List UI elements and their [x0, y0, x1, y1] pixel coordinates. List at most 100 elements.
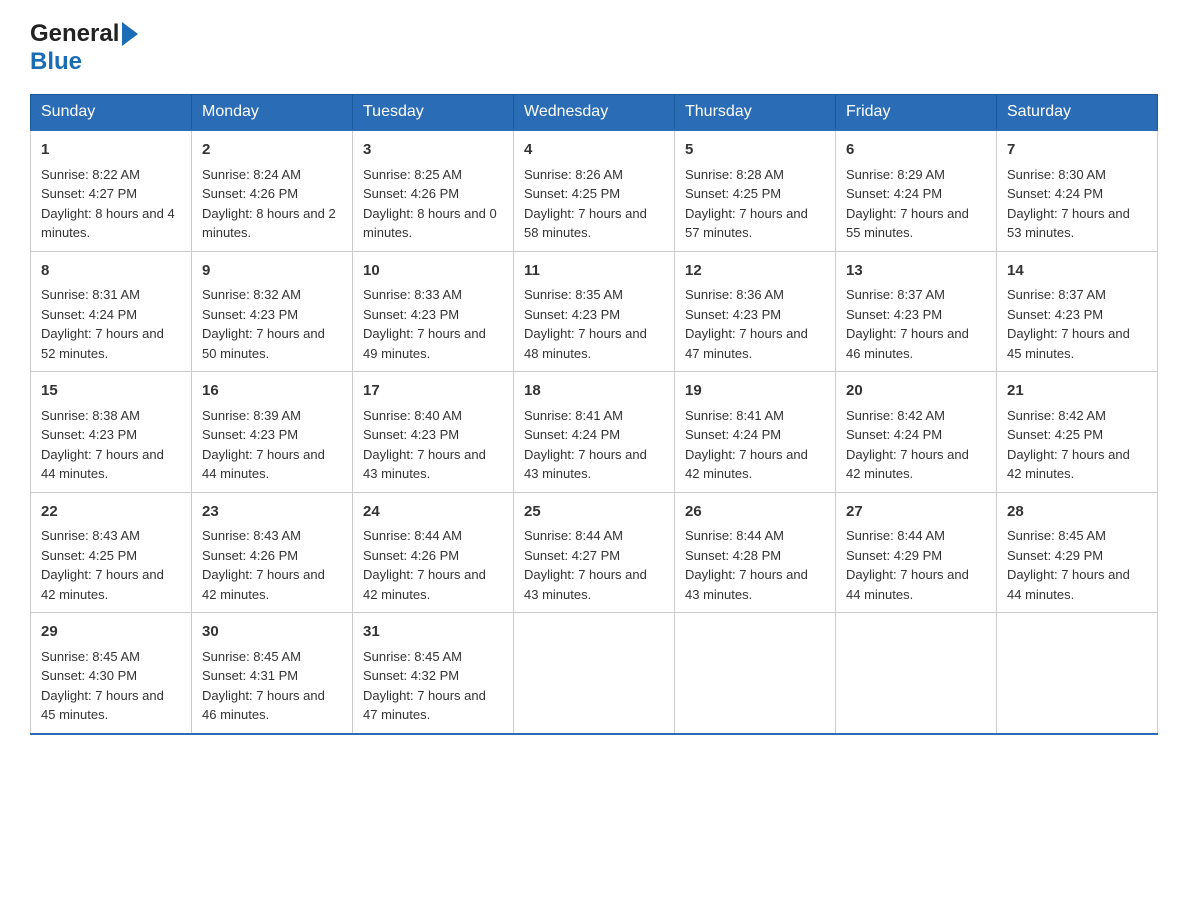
sunrise-label: Sunrise: 8:44 AM — [524, 528, 623, 543]
day-number: 28 — [1007, 501, 1147, 524]
calendar-cell: 24 Sunrise: 8:44 AM Sunset: 4:26 PM Dayl… — [353, 492, 514, 613]
calendar-table: SundayMondayTuesdayWednesdayThursdayFrid… — [30, 94, 1158, 735]
sunset-label: Sunset: 4:23 PM — [202, 427, 298, 442]
sunrise-label: Sunrise: 8:28 AM — [685, 167, 784, 182]
logo: General Blue — [30, 20, 138, 76]
daylight-label: Daylight: 7 hours and 43 minutes. — [524, 447, 647, 482]
calendar-cell: 9 Sunrise: 8:32 AM Sunset: 4:23 PM Dayli… — [192, 251, 353, 372]
day-number: 31 — [363, 621, 503, 644]
daylight-label: Daylight: 7 hours and 42 minutes. — [41, 567, 164, 602]
day-number: 11 — [524, 260, 664, 283]
sunrise-label: Sunrise: 8:32 AM — [202, 287, 301, 302]
daylight-label: Daylight: 8 hours and 2 minutes. — [202, 206, 336, 241]
day-number: 15 — [41, 380, 181, 403]
sunrise-label: Sunrise: 8:41 AM — [685, 408, 784, 423]
daylight-label: Daylight: 7 hours and 47 minutes. — [685, 326, 808, 361]
day-number: 25 — [524, 501, 664, 524]
day-number: 20 — [846, 380, 986, 403]
daylight-label: Daylight: 7 hours and 47 minutes. — [363, 688, 486, 723]
calendar-cell: 23 Sunrise: 8:43 AM Sunset: 4:26 PM Dayl… — [192, 492, 353, 613]
logo-blue-text: Blue — [30, 48, 82, 76]
sunset-label: Sunset: 4:24 PM — [846, 427, 942, 442]
daylight-label: Daylight: 7 hours and 52 minutes. — [41, 326, 164, 361]
calendar-cell: 12 Sunrise: 8:36 AM Sunset: 4:23 PM Dayl… — [675, 251, 836, 372]
sunrise-label: Sunrise: 8:37 AM — [846, 287, 945, 302]
day-number: 18 — [524, 380, 664, 403]
calendar-cell: 25 Sunrise: 8:44 AM Sunset: 4:27 PM Dayl… — [514, 492, 675, 613]
sunset-label: Sunset: 4:23 PM — [685, 307, 781, 322]
calendar-cell: 27 Sunrise: 8:44 AM Sunset: 4:29 PM Dayl… — [836, 492, 997, 613]
daylight-label: Daylight: 7 hours and 45 minutes. — [41, 688, 164, 723]
calendar-cell: 19 Sunrise: 8:41 AM Sunset: 4:24 PM Dayl… — [675, 372, 836, 493]
sunset-label: Sunset: 4:27 PM — [524, 548, 620, 563]
day-number: 29 — [41, 621, 181, 644]
calendar-cell — [675, 613, 836, 734]
sunrise-label: Sunrise: 8:31 AM — [41, 287, 140, 302]
header-day-saturday: Saturday — [997, 95, 1158, 131]
calendar-header-row: SundayMondayTuesdayWednesdayThursdayFrid… — [31, 95, 1158, 131]
sunrise-label: Sunrise: 8:36 AM — [685, 287, 784, 302]
day-number: 14 — [1007, 260, 1147, 283]
sunset-label: Sunset: 4:26 PM — [202, 186, 298, 201]
day-number: 22 — [41, 501, 181, 524]
day-number: 27 — [846, 501, 986, 524]
sunset-label: Sunset: 4:25 PM — [1007, 427, 1103, 442]
daylight-label: Daylight: 7 hours and 44 minutes. — [846, 567, 969, 602]
day-number: 17 — [363, 380, 503, 403]
sunrise-label: Sunrise: 8:24 AM — [202, 167, 301, 182]
sunset-label: Sunset: 4:32 PM — [363, 668, 459, 683]
day-number: 24 — [363, 501, 503, 524]
calendar-cell: 8 Sunrise: 8:31 AM Sunset: 4:24 PM Dayli… — [31, 251, 192, 372]
calendar-cell: 26 Sunrise: 8:44 AM Sunset: 4:28 PM Dayl… — [675, 492, 836, 613]
sunset-label: Sunset: 4:23 PM — [202, 307, 298, 322]
calendar-cell: 3 Sunrise: 8:25 AM Sunset: 4:26 PM Dayli… — [353, 130, 514, 251]
day-number: 3 — [363, 139, 503, 162]
day-number: 5 — [685, 139, 825, 162]
sunrise-label: Sunrise: 8:39 AM — [202, 408, 301, 423]
sunrise-label: Sunrise: 8:43 AM — [41, 528, 140, 543]
day-number: 23 — [202, 501, 342, 524]
week-row-4: 22 Sunrise: 8:43 AM Sunset: 4:25 PM Dayl… — [31, 492, 1158, 613]
daylight-label: Daylight: 7 hours and 42 minutes. — [363, 567, 486, 602]
calendar-cell: 7 Sunrise: 8:30 AM Sunset: 4:24 PM Dayli… — [997, 130, 1158, 251]
daylight-label: Daylight: 7 hours and 58 minutes. — [524, 206, 647, 241]
daylight-label: Daylight: 7 hours and 45 minutes. — [1007, 326, 1130, 361]
sunset-label: Sunset: 4:29 PM — [846, 548, 942, 563]
calendar-cell: 15 Sunrise: 8:38 AM Sunset: 4:23 PM Dayl… — [31, 372, 192, 493]
sunset-label: Sunset: 4:26 PM — [202, 548, 298, 563]
daylight-label: Daylight: 7 hours and 43 minutes. — [363, 447, 486, 482]
sunrise-label: Sunrise: 8:40 AM — [363, 408, 462, 423]
header-day-sunday: Sunday — [31, 95, 192, 131]
sunrise-label: Sunrise: 8:41 AM — [524, 408, 623, 423]
sunset-label: Sunset: 4:31 PM — [202, 668, 298, 683]
daylight-label: Daylight: 7 hours and 53 minutes. — [1007, 206, 1130, 241]
daylight-label: Daylight: 7 hours and 42 minutes. — [202, 567, 325, 602]
sunset-label: Sunset: 4:24 PM — [524, 427, 620, 442]
daylight-label: Daylight: 7 hours and 46 minutes. — [202, 688, 325, 723]
sunrise-label: Sunrise: 8:45 AM — [363, 649, 462, 664]
week-row-3: 15 Sunrise: 8:38 AM Sunset: 4:23 PM Dayl… — [31, 372, 1158, 493]
sunrise-label: Sunrise: 8:35 AM — [524, 287, 623, 302]
day-number: 30 — [202, 621, 342, 644]
daylight-label: Daylight: 7 hours and 44 minutes. — [202, 447, 325, 482]
sunrise-label: Sunrise: 8:45 AM — [1007, 528, 1106, 543]
sunrise-label: Sunrise: 8:33 AM — [363, 287, 462, 302]
sunset-label: Sunset: 4:29 PM — [1007, 548, 1103, 563]
day-number: 13 — [846, 260, 986, 283]
calendar-cell: 2 Sunrise: 8:24 AM Sunset: 4:26 PM Dayli… — [192, 130, 353, 251]
sunrise-label: Sunrise: 8:22 AM — [41, 167, 140, 182]
logo-arrow-icon — [122, 22, 138, 46]
sunrise-label: Sunrise: 8:42 AM — [846, 408, 945, 423]
header-day-tuesday: Tuesday — [353, 95, 514, 131]
daylight-label: Daylight: 7 hours and 43 minutes. — [524, 567, 647, 602]
day-number: 12 — [685, 260, 825, 283]
daylight-label: Daylight: 7 hours and 50 minutes. — [202, 326, 325, 361]
sunrise-label: Sunrise: 8:45 AM — [202, 649, 301, 664]
sunrise-label: Sunrise: 8:26 AM — [524, 167, 623, 182]
sunrise-label: Sunrise: 8:29 AM — [846, 167, 945, 182]
header-day-wednesday: Wednesday — [514, 95, 675, 131]
daylight-label: Daylight: 7 hours and 42 minutes. — [685, 447, 808, 482]
daylight-label: Daylight: 8 hours and 4 minutes. — [41, 206, 175, 241]
daylight-label: Daylight: 7 hours and 55 minutes. — [846, 206, 969, 241]
sunrise-label: Sunrise: 8:25 AM — [363, 167, 462, 182]
